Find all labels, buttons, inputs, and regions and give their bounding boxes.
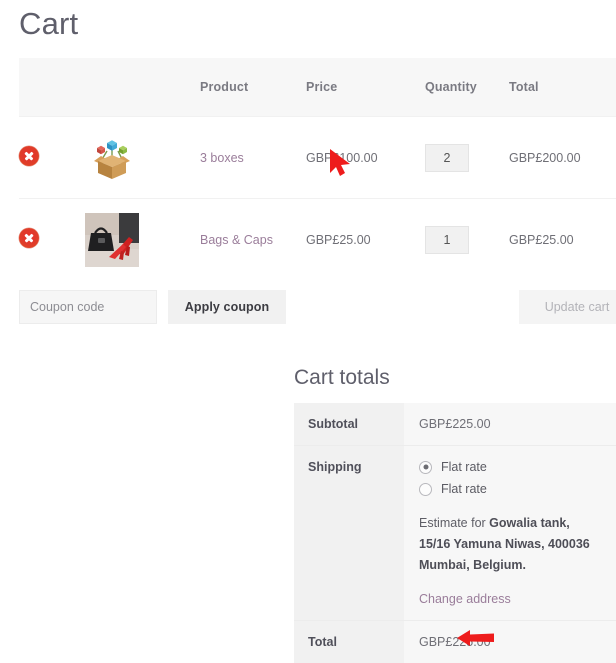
product-link[interactable]: 3 boxes	[200, 151, 244, 165]
product-thumbnail-cell	[85, 117, 200, 199]
cart-totals-heading: Cart totals	[294, 363, 390, 393]
shipping-estimate-text: Estimate for Gowalia tank, 15/16 Yamuna …	[419, 513, 595, 576]
column-header-quantity: Quantity	[425, 58, 509, 117]
product-line-total: GBP£200.00	[509, 117, 616, 199]
product-name-cell: 3 boxes	[200, 117, 306, 199]
shipping-option-2[interactable]: Flat rate	[419, 482, 602, 496]
remove-item-cell	[19, 199, 85, 281]
remove-item-cell	[19, 117, 85, 199]
cart-actions-row: Apply coupon Update cart	[19, 290, 616, 324]
shipping-label: Shipping	[294, 446, 404, 621]
change-address-link[interactable]: Change address	[419, 592, 511, 606]
table-row: Bags & Caps GBP£25.00 GBP£25.00	[19, 199, 616, 281]
column-header-remove	[19, 58, 85, 117]
product-line-total: GBP£25.00	[509, 199, 616, 281]
cart-items-table: Product Price Quantity Total	[19, 58, 616, 280]
column-header-price: Price	[306, 58, 425, 117]
column-header-product: Product	[200, 58, 306, 117]
shipping-option-1[interactable]: Flat rate	[419, 460, 602, 474]
radio-unselected-icon[interactable]	[419, 483, 432, 496]
subtotal-row: Subtotal GBP£225.00	[294, 403, 616, 446]
cart-totals-table: Subtotal GBP£225.00 Shipping Flat rate F…	[294, 403, 616, 663]
open-box-with-colored-cubes-image[interactable]	[85, 131, 139, 185]
shipping-option-1-label[interactable]: Flat rate	[441, 460, 487, 474]
radio-selected-icon[interactable]	[419, 461, 432, 474]
cart-table-header-row: Product Price Quantity Total	[19, 58, 616, 117]
apply-coupon-button[interactable]: Apply coupon	[168, 290, 286, 324]
column-header-thumbnail	[85, 58, 200, 117]
remove-circle-x-icon[interactable]	[19, 146, 39, 166]
product-quantity-cell	[425, 117, 509, 199]
quantity-input[interactable]	[425, 144, 469, 172]
black-bag-and-red-heels-image[interactable]	[85, 213, 139, 267]
product-price: GBP£100.00	[306, 117, 425, 199]
cart-page: Cart Product Price Quantity Total	[0, 0, 616, 657]
page-title: Cart	[19, 2, 78, 46]
product-name-cell: Bags & Caps	[200, 199, 306, 281]
shipping-row: Shipping Flat rate Flat rate Estimate fo…	[294, 446, 616, 621]
subtotal-value: GBP£225.00	[404, 403, 616, 446]
shipping-option-2-label[interactable]: Flat rate	[441, 482, 487, 496]
remove-circle-x-icon[interactable]	[19, 228, 39, 248]
subtotal-label: Subtotal	[294, 403, 404, 446]
shipping-options-cell: Flat rate Flat rate Estimate for Gowalia…	[404, 446, 616, 621]
column-header-total: Total	[509, 58, 616, 117]
product-price: GBP£25.00	[306, 199, 425, 281]
product-quantity-cell	[425, 199, 509, 281]
update-cart-button[interactable]: Update cart	[519, 290, 616, 324]
table-row: 3 boxes GBP£100.00 GBP£200.00	[19, 117, 616, 199]
quantity-input[interactable]	[425, 226, 469, 254]
product-thumbnail-cell	[85, 199, 200, 281]
coupon-code-input[interactable]	[19, 290, 157, 324]
estimate-prefix: Estimate for	[419, 516, 489, 530]
product-link[interactable]: Bags & Caps	[200, 233, 273, 247]
